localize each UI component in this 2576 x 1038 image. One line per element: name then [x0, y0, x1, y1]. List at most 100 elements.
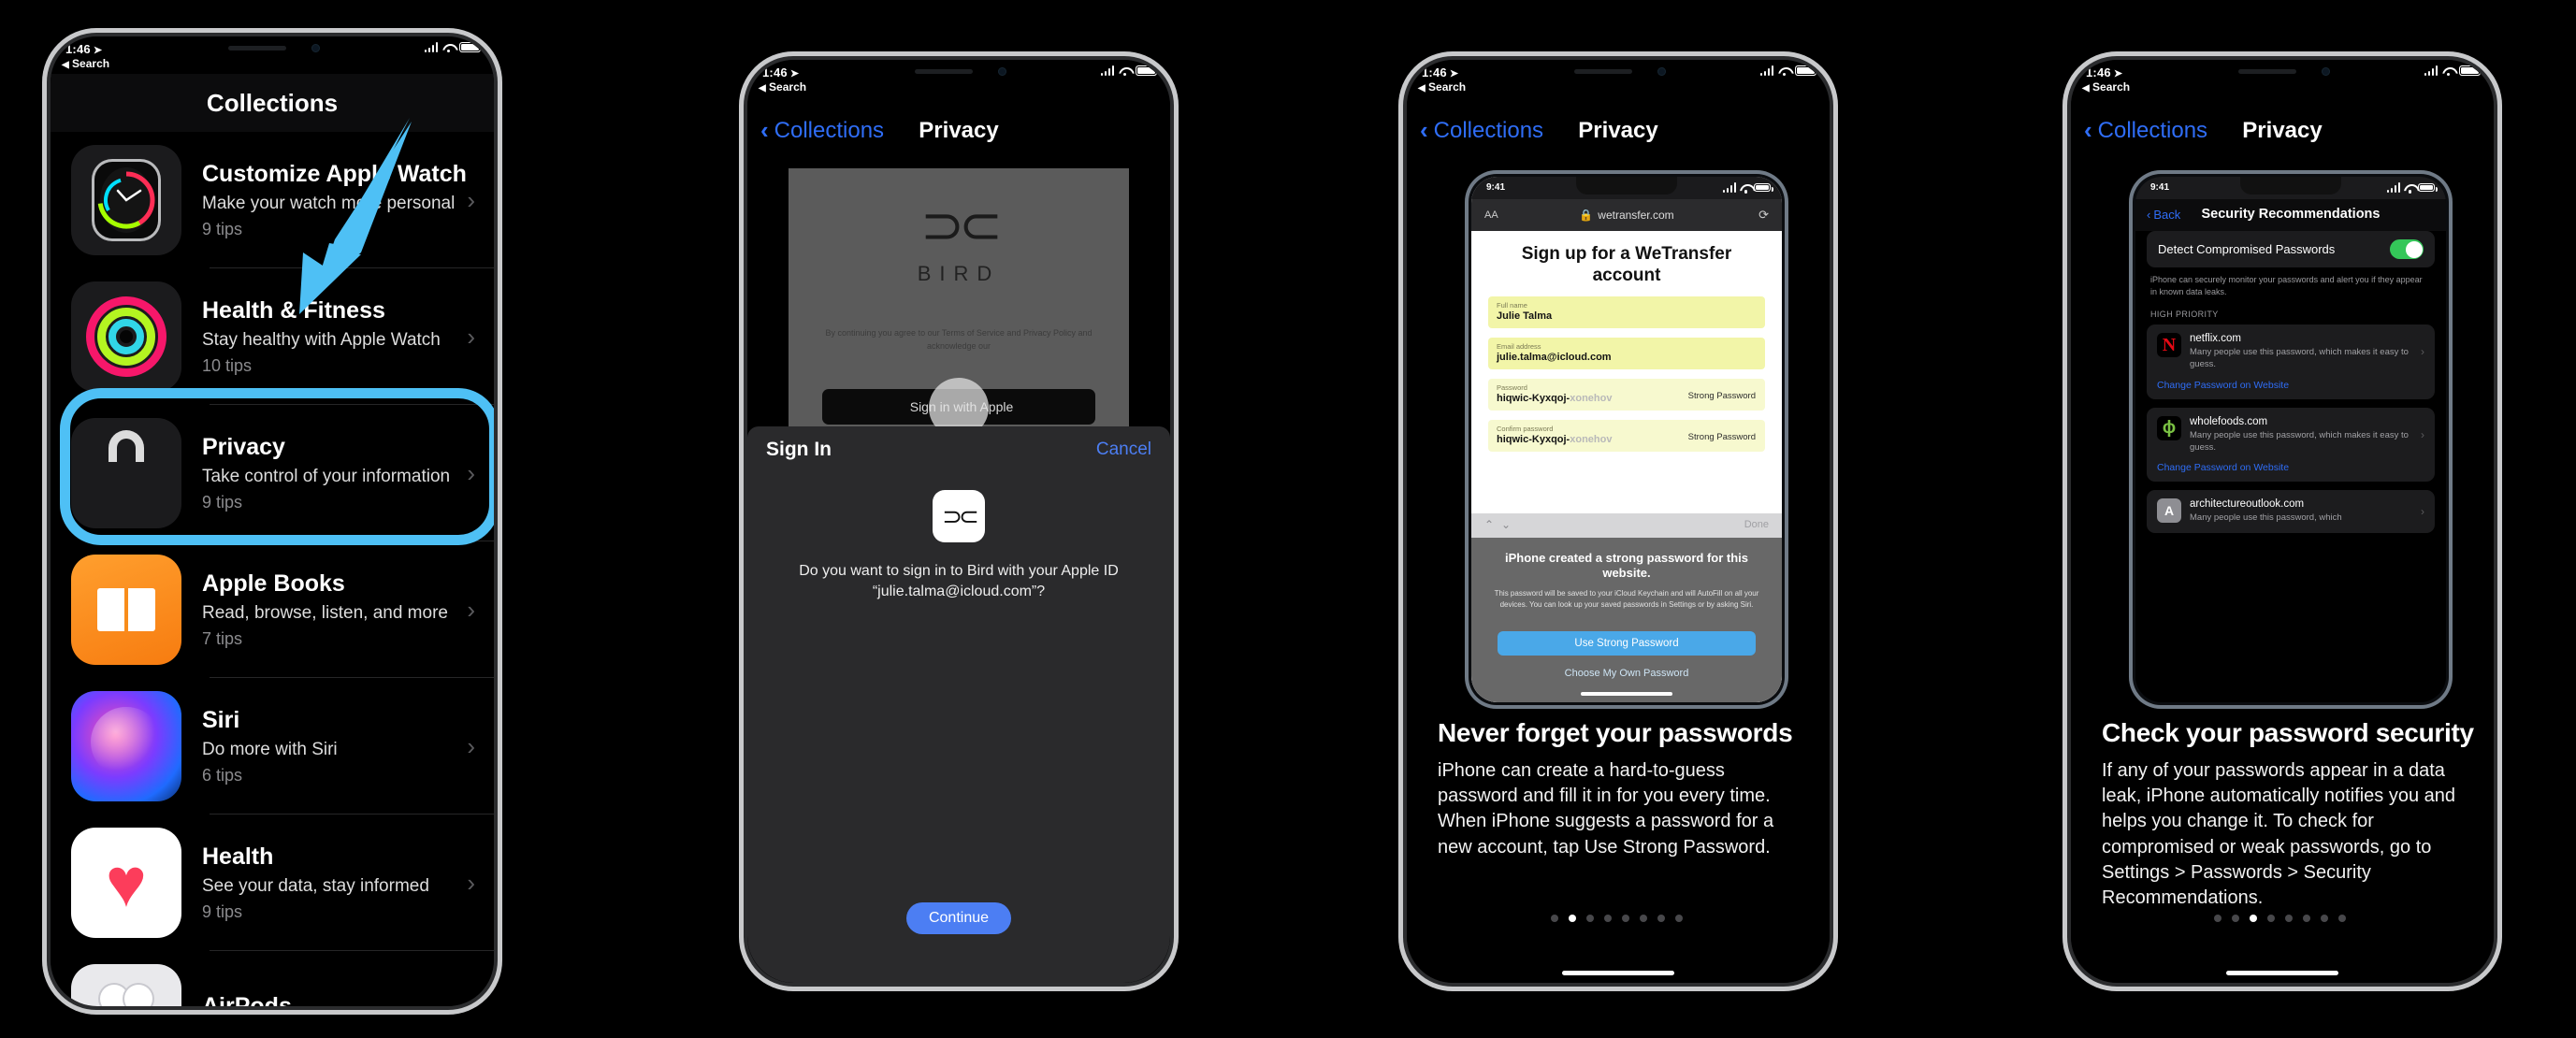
password-field[interactable]: Password hiqwic-Kyxqoj-xonehov Strong Pa… — [1488, 378, 1765, 411]
text-size-button[interactable]: AA — [1484, 209, 1498, 221]
reload-icon[interactable]: ⟳ — [1758, 208, 1769, 223]
strong-password-hint: Strong Password — [1687, 390, 1756, 401]
list-item[interactable]: Health & Fitness Stay healthy with Apple… — [51, 268, 494, 405]
back-to-search-link[interactable]: ◀ Search — [2082, 80, 2130, 94]
keyboard-done-button[interactable]: Done — [1744, 519, 1769, 530]
battery-icon — [2459, 65, 2483, 76]
list-item[interactable]: Apple Books Read, browse, listen, and mo… — [51, 541, 494, 678]
nav-bar: Collections — [51, 74, 494, 132]
full-name-field[interactable]: Full name Julie Talma — [1488, 296, 1765, 328]
site-domain: netflix.com — [2190, 333, 2241, 345]
location-arrow-icon: ➤ — [1449, 68, 1459, 79]
back-triangle-icon: ◀ — [759, 83, 766, 94]
page-title: Privacy — [919, 118, 999, 143]
list-item[interactable]: AirPods Easy listening › — [51, 951, 494, 1006]
battery-icon — [1795, 65, 1819, 76]
notch — [1548, 60, 1688, 84]
settings-footnote: iPhone can securely monitor your passwor… — [2150, 275, 2423, 297]
battery-icon — [1136, 65, 1160, 76]
list-item[interactable]: Siri Do more with Siri 6 tips › — [51, 678, 494, 815]
page-dots-4[interactable] — [2214, 915, 2346, 922]
recommendation-item[interactable]: N netflix.com Many people use this passw… — [2147, 324, 2435, 399]
change-password-link[interactable]: Change Password on Website — [2157, 380, 2424, 391]
use-strong-password-button[interactable]: Use Strong Password — [1498, 630, 1756, 656]
phone-1-screen: 1:46 ➤ ◀ Search Collections Customize Ap… — [51, 36, 494, 1006]
keyboard-accessory-bar: ⌃⌄ Done — [1471, 513, 1782, 538]
site-description: Many people use this password, which mak… — [2190, 347, 2409, 370]
toggle-label: Detect Compromised Passwords — [2158, 242, 2336, 256]
page-dots-3[interactable] — [1551, 915, 1683, 922]
detect-compromised-toggle[interactable] — [2390, 239, 2424, 259]
list-item-subtitle: Take control of your information — [202, 467, 451, 486]
wifi-icon — [2404, 183, 2414, 194]
back-to-search-link[interactable]: ◀ Search — [62, 57, 109, 70]
back-triangle-icon: ◀ — [1418, 83, 1425, 94]
screenshot-stage: 1:46 ➤ ◀ Search Collections Customize Ap… — [0, 0, 2576, 1038]
confirm-password-field[interactable]: Confirm password hiqwic-Kyxqoj-xonehov S… — [1488, 419, 1765, 452]
email-field[interactable]: Email address julie.talma@icloud.com — [1488, 337, 1765, 369]
list-item-tips: 9 tips — [202, 493, 243, 512]
notch — [202, 36, 342, 61]
bird-logo: ⊃⊂ BIRD — [917, 195, 1003, 286]
lock-apple-icon — [71, 418, 181, 528]
change-password-link[interactable]: Change Password on Website — [2157, 462, 2424, 473]
list-item-subtitle: Stay healthy with Apple Watch — [202, 330, 441, 350]
back-to-search-link[interactable]: ◀ Search — [1418, 80, 1466, 94]
field-value-blurred: xonehov — [1570, 392, 1613, 404]
caption-heading: Never forget your passwords — [1438, 718, 1793, 747]
continue-button[interactable]: Continue — [906, 902, 1011, 934]
recommendation-item[interactable]: A architectureoutlook.com Many people us… — [2147, 490, 2435, 533]
nested-status-time: 9:41 — [2150, 182, 2170, 193]
strong-password-hint: Strong Password — [1687, 431, 1756, 442]
nested-home-indicator — [1581, 692, 1672, 696]
page-title: Privacy — [2242, 118, 2323, 143]
back-to-search-link[interactable]: ◀ Search — [759, 80, 806, 94]
chevron-right-icon: › — [2421, 427, 2424, 441]
notch — [889, 60, 1029, 84]
phone-2-sign-in-with-apple: 1:46 ➤ ◀ Search ‹ Collections Privacy ⊃⊂ B… — [739, 51, 1179, 991]
battery-icon — [1754, 183, 1773, 192]
page-title: Collections — [206, 89, 339, 117]
bird-mark-icon: ⊃⊂ — [920, 195, 1003, 254]
sheet-header: Sign In Cancel — [747, 426, 1170, 473]
prev-next-arrows-icon[interactable]: ⌃⌄ — [1484, 518, 1518, 531]
recommendation-item[interactable]: ɸ wholefoods.com Many people use this pa… — [2147, 407, 2435, 483]
list-item[interactable]: ♥ Health See your data, stay informed 9 … — [51, 815, 494, 951]
field-label: Email address — [1497, 341, 1541, 351]
wholefoods-icon: ɸ — [2157, 415, 2181, 440]
form-heading: Sign up for a WeTransfer account — [1521, 244, 1732, 285]
chevron-right-icon: › — [467, 868, 475, 897]
list-item-privacy[interactable]: Privacy Take control of your information… — [51, 405, 494, 541]
battery-icon — [459, 42, 484, 52]
battery-icon — [2418, 183, 2438, 192]
activity-rings-icon — [71, 281, 181, 392]
list-item-tips: 10 tips — [202, 356, 253, 375]
cellular-icon — [1759, 65, 1773, 76]
choose-own-password-button[interactable]: Choose My Own Password — [1486, 668, 1767, 679]
chevron-right-icon: › — [467, 731, 475, 760]
nav-bar: ‹ Collections Privacy — [2071, 103, 2494, 161]
detect-compromised-row[interactable]: Detect Compromised Passwords — [2147, 231, 2435, 267]
wifi-icon — [1778, 66, 1790, 77]
back-triangle-icon: ◀ — [2082, 83, 2090, 94]
list-item-title: Privacy — [202, 434, 285, 460]
sheet-body: This password will be saved to your iClo… — [1494, 588, 1759, 609]
nav-bar: ‹ Collections Privacy — [747, 103, 1170, 161]
safari-url-bar[interactable]: AA 🔒 wetransfer.com ⟳ — [1471, 199, 1782, 231]
wifi-icon — [442, 43, 455, 53]
cancel-button[interactable]: Cancel — [1096, 440, 1151, 460]
chevron-right-icon: › — [2421, 504, 2424, 518]
list-item[interactable]: Customize Apple Watch Make your watch mo… — [51, 132, 494, 268]
caption-body: iPhone can create a hard-to-guess passwo… — [1438, 760, 1774, 858]
apple-books-icon — [71, 555, 181, 665]
sheet-title: Sign In — [766, 439, 832, 460]
collections-list[interactable]: Customize Apple Watch Make your watch mo… — [51, 132, 494, 1006]
list-item-tips: 9 tips — [202, 902, 243, 921]
nested-status-time: 9:41 — [1486, 182, 1506, 193]
field-value-blurred: xonehov — [1570, 433, 1613, 445]
chevron-right-icon: › — [2421, 345, 2424, 359]
pointer-arrow-icon — [299, 118, 412, 314]
nested-screen: 9:41 ‹ Back Security Recommendations Det… — [2135, 177, 2446, 702]
settings-title: Security Recommendations — [2201, 207, 2381, 222]
nested-phone-mockup: 9:41 ‹ Back Security Recommendations Det… — [2129, 170, 2453, 709]
